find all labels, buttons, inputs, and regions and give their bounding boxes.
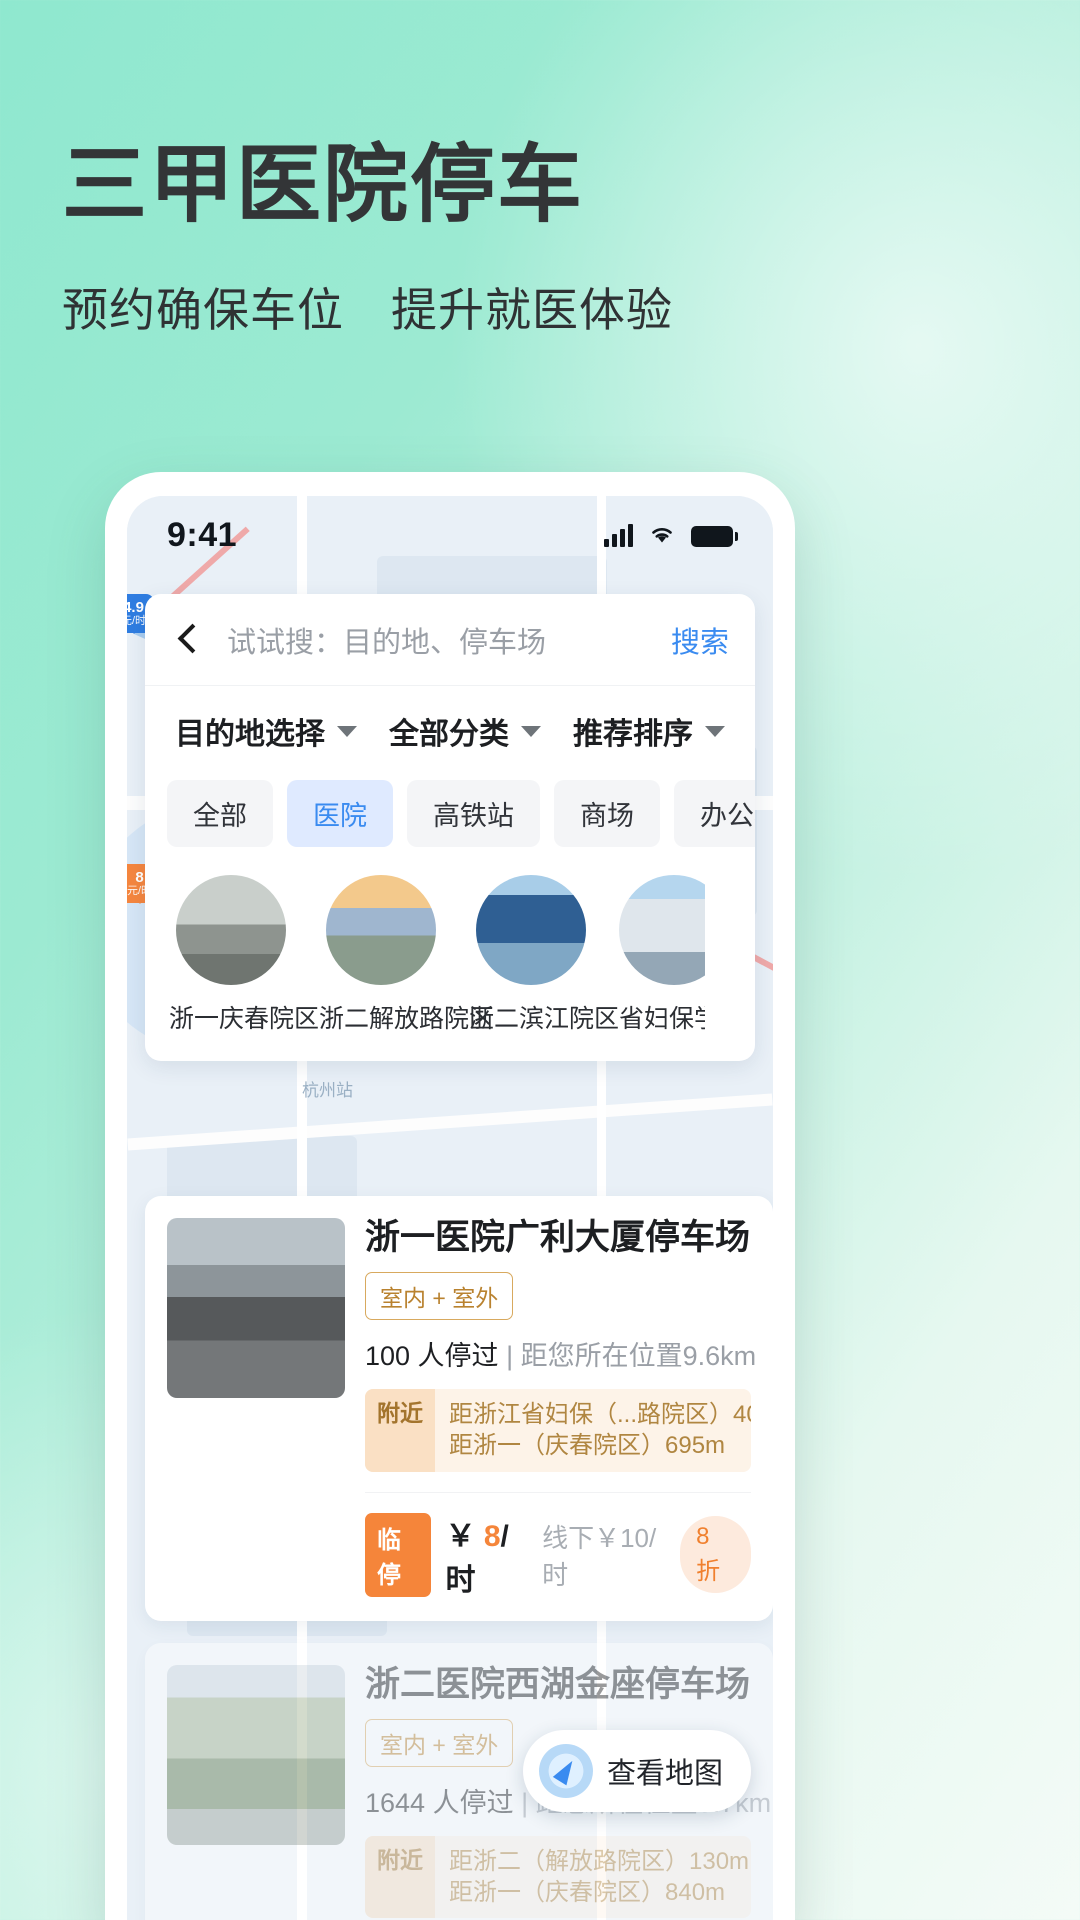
hospital-thumbnail	[176, 875, 286, 985]
search-bar[interactable]: 试试搜：目的地、停车场 搜索	[145, 594, 755, 686]
parked-count: 100 人停过	[365, 1341, 499, 1372]
nearby-list: 距浙江省妇保（...路院区）409m 距浙一（庆春院区）695m	[435, 1389, 751, 1471]
nearby-item: 距浙二（解放路院区）130m	[449, 1847, 750, 1875]
view-map-label: 查看地图	[606, 1758, 723, 1790]
map-label: 杭州站	[302, 1081, 353, 1100]
category-chip-row: 全部 医院 高铁站 商场 办公楼 住	[145, 776, 755, 869]
price-row: 临停 ￥ 8/时 线下￥10/时 8 折	[365, 1491, 751, 1599]
price-value: ￥ 8/时	[445, 1519, 509, 1597]
nearby-list: 距浙二（解放路院区）130m 距浙一（庆春院区）840m	[435, 1836, 751, 1918]
chevron-down-icon	[337, 725, 357, 737]
parking-card[interactable]: 浙一医院广利大厦停车场 室内 + 室外 100 人停过 | 距您所在位置9.6k…	[145, 1196, 773, 1621]
parking-meta: 100 人停过 | 距您所在位置9.6km	[365, 1334, 756, 1373]
parking-name: 浙二医院西湖金座停车场	[365, 1664, 751, 1704]
hospital-shortcut[interactable]: 省妇保学士路	[619, 875, 705, 1035]
hospital-shortcut[interactable]: 浙二滨江院区	[469, 875, 620, 1035]
marker-price: 4.9	[127, 599, 144, 616]
chip-train-station[interactable]: 高铁站	[407, 780, 540, 847]
page-subtitle: 预约确保车位 提升就医体验	[62, 283, 673, 336]
filter-category-label: 全部分类	[389, 718, 509, 751]
cellular-signal-icon	[604, 523, 633, 547]
filter-category[interactable]: 全部分类	[389, 709, 541, 753]
meta-separator: |	[506, 1341, 514, 1372]
parking-photo	[167, 1218, 345, 1398]
parking-distance: 距您所在位置9.6km	[520, 1341, 757, 1372]
marker-price: 8	[135, 869, 144, 886]
filter-destination-label: 目的地选择	[175, 718, 325, 751]
price-type-tag: 临停	[365, 1512, 432, 1597]
nearby-item: 距浙一（庆春院区）695m	[449, 1432, 726, 1460]
page-title: 三甲医院停车	[62, 136, 585, 235]
chip-hospital[interactable]: 医院	[287, 780, 393, 847]
phone-mockup: 城站 杭州站 社 览图 4.9 元/时 惠 8 元/时 9:41	[105, 472, 795, 1920]
hospital-shortcut[interactable]: 浙二解放路院区	[319, 875, 495, 1035]
hospital-thumbnail	[619, 875, 705, 985]
nearby-item: 距浙一（庆春院区）840m	[449, 1879, 726, 1907]
hospital-thumbnail	[476, 875, 586, 985]
hospital-thumbnail	[326, 875, 436, 985]
parked-count: 1644 人停过	[365, 1787, 514, 1818]
parking-name: 浙一医院广利大厦停车场	[365, 1218, 751, 1257]
filter-destination[interactable]: 目的地选择	[175, 709, 357, 753]
nearby-tag: 附近	[365, 1389, 435, 1472]
hospital-name: 省妇保学士路	[619, 1005, 705, 1033]
chevron-down-icon	[705, 725, 725, 737]
battery-icon	[691, 526, 738, 547]
map-road	[127, 1093, 773, 1151]
search-button[interactable]: 搜索	[653, 619, 729, 661]
parking-photo	[167, 1664, 345, 1845]
status-indicators	[604, 523, 738, 547]
parking-card-body: 浙一医院广利大厦停车场 室内 + 室外 100 人停过 | 距您所在位置9.6k…	[365, 1218, 756, 1599]
status-time: 9:41	[167, 515, 238, 554]
parking-type-tag: 室内 + 室外	[365, 1272, 514, 1321]
marker-unit: 元/时	[127, 614, 147, 627]
status-bar: 9:41	[127, 496, 773, 574]
hero-section: 三甲医院停车 预约确保车位 提升就医体验	[62, 140, 1022, 340]
hospital-name: 浙二解放路院区	[319, 1005, 495, 1033]
nearby-block: 附近 距浙二（解放路院区）130m 距浙一（庆春院区）840m	[365, 1835, 751, 1919]
wifi-icon	[652, 528, 672, 543]
hospital-name: 浙二滨江院区	[469, 1005, 620, 1033]
search-panel: 试试搜：目的地、停车场 搜索 目的地选择 全部分类 推荐排序 全部 医院 高铁站…	[145, 594, 755, 1061]
view-map-button[interactable]: 查看地图	[522, 1730, 751, 1812]
chevron-down-icon	[521, 725, 541, 737]
back-chevron-icon[interactable]	[171, 623, 205, 657]
nearby-block: 附近 距浙江省妇保（...路院区）409m 距浙一（庆春院区）695m	[365, 1389, 751, 1472]
nearby-item: 距浙江省妇保（...路院区）409m	[449, 1401, 751, 1429]
chip-mall[interactable]: 商场	[554, 780, 660, 847]
parking-type-tag: 室内 + 室外	[365, 1718, 514, 1767]
hospital-name: 浙一庆春院区	[169, 1005, 320, 1033]
compass-icon	[538, 1744, 593, 1798]
price-number: 8	[483, 1519, 501, 1553]
hospital-shortcut[interactable]: 浙一庆春院区	[169, 875, 320, 1035]
offline-price: 线下￥10/时	[542, 1522, 657, 1590]
chip-office[interactable]: 办公楼	[674, 780, 755, 847]
filter-sort[interactable]: 推荐排序	[573, 709, 725, 753]
filter-sort-label: 推荐排序	[573, 718, 693, 751]
filter-row: 目的地选择 全部分类 推荐排序	[145, 686, 755, 776]
hospital-shortcut-row: 浙一庆春院区 浙二解放路院区 浙二滨江院区 省妇保学士路	[145, 869, 755, 1061]
discount-badge: 8 折	[680, 1516, 751, 1594]
nearby-tag: 附近	[365, 1835, 435, 1919]
phone-screen: 城站 杭州站 社 览图 4.9 元/时 惠 8 元/时 9:41	[127, 496, 773, 1920]
chip-all[interactable]: 全部	[167, 780, 273, 847]
search-input[interactable]: 试试搜：目的地、停车场	[227, 619, 653, 661]
meta-separator: |	[521, 1787, 529, 1818]
